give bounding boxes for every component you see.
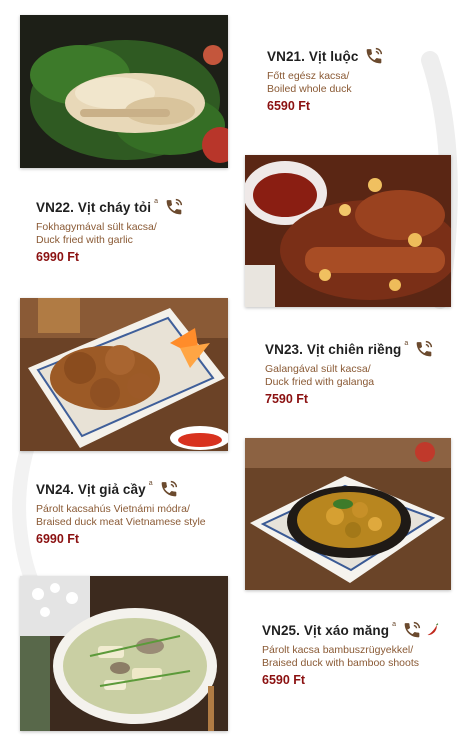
dish-title: VN22. Vịt cháy tỏi bbox=[36, 199, 152, 215]
menu-item-vn22: VN22. Vịt cháy tỏi a Fokhagymával sült k… bbox=[36, 196, 185, 264]
chili-pepper-icon bbox=[427, 623, 439, 636]
dish-description: Párolt kacsa bambuszrügyekkel/ Braised d… bbox=[262, 644, 440, 670]
dish-description: Párolt kacsahús Vietnámi módra/ Braised … bbox=[36, 503, 206, 529]
photo-duck-fried-garlic bbox=[245, 155, 451, 307]
phone-ringing-icon bbox=[404, 621, 421, 638]
photo-duck-bamboo-shoots bbox=[20, 576, 228, 731]
menu-item-vn25: VN25. Vịt xáo măng a Párolt kacsa bambus… bbox=[262, 619, 440, 687]
photo-duck-fried-galanga bbox=[20, 298, 228, 451]
dish-description: Galangával sült kacsa/ Duck fried with g… bbox=[265, 363, 435, 389]
phone-ringing-icon bbox=[367, 47, 383, 64]
dish-title: VN23. Vịt chiên riềng bbox=[265, 341, 402, 357]
description-hu: Főtt egész kacsa/ bbox=[267, 70, 350, 82]
menu-item-vn21: VN21. Vịt luộc Főtt egész kacsa/ Boiled … bbox=[267, 45, 385, 113]
allergen-badge: a bbox=[392, 620, 396, 628]
allergen-badge: a bbox=[154, 197, 158, 205]
phone-ringing-icon bbox=[161, 480, 177, 497]
description-en: Braised duck with bamboo shoots bbox=[262, 657, 420, 669]
dish-price: 6590 Ft bbox=[262, 673, 306, 687]
dish-title: VN24. Vịt giả cầy bbox=[36, 481, 146, 497]
dish-price: 6990 Ft bbox=[36, 532, 80, 546]
dish-title: VN21. Vịt luộc bbox=[267, 48, 359, 64]
description-hu: Galangával sült kacsa/ bbox=[265, 363, 371, 375]
phone-ringing-icon bbox=[416, 340, 433, 357]
dish-title: VN25. Vịt xáo măng bbox=[262, 622, 390, 638]
dish-price: 7590 Ft bbox=[265, 392, 309, 406]
dish-price: 6990 Ft bbox=[36, 250, 80, 264]
description-hu: Párolt kacsa bambuszrügyekkel/ bbox=[262, 644, 414, 656]
allergen-badge: a bbox=[148, 479, 153, 487]
dish-description: Főtt egész kacsa/ Boiled whole duck bbox=[267, 70, 385, 96]
phone-ringing-icon bbox=[166, 198, 183, 215]
allergen-badge: a bbox=[404, 339, 409, 347]
description-hu: Fokhagymával sült kacsa/ bbox=[36, 221, 157, 233]
description-en: Braised duck meat Vietnamese style bbox=[36, 516, 206, 528]
description-en: Boiled whole duck bbox=[267, 83, 352, 95]
description-hu: Párolt kacsahús Vietnámi módra/ bbox=[36, 503, 190, 515]
dish-price: 6590 Ft bbox=[267, 99, 311, 113]
menu-item-vn23: VN23. Vịt chiên riềng a Galangával sült … bbox=[265, 338, 435, 406]
photo-boiled-duck bbox=[20, 15, 228, 168]
menu-item-vn24: VN24. Vịt giả cầy a Párolt kacsahús Viet… bbox=[36, 478, 206, 547]
dish-description: Fokhagymával sült kacsa/ Duck fried with… bbox=[36, 221, 185, 247]
description-en: Duck fried with galanga bbox=[265, 376, 375, 388]
photo-braised-duck-vietnamese bbox=[245, 438, 451, 590]
description-en: Duck fried with garlic bbox=[36, 234, 133, 246]
